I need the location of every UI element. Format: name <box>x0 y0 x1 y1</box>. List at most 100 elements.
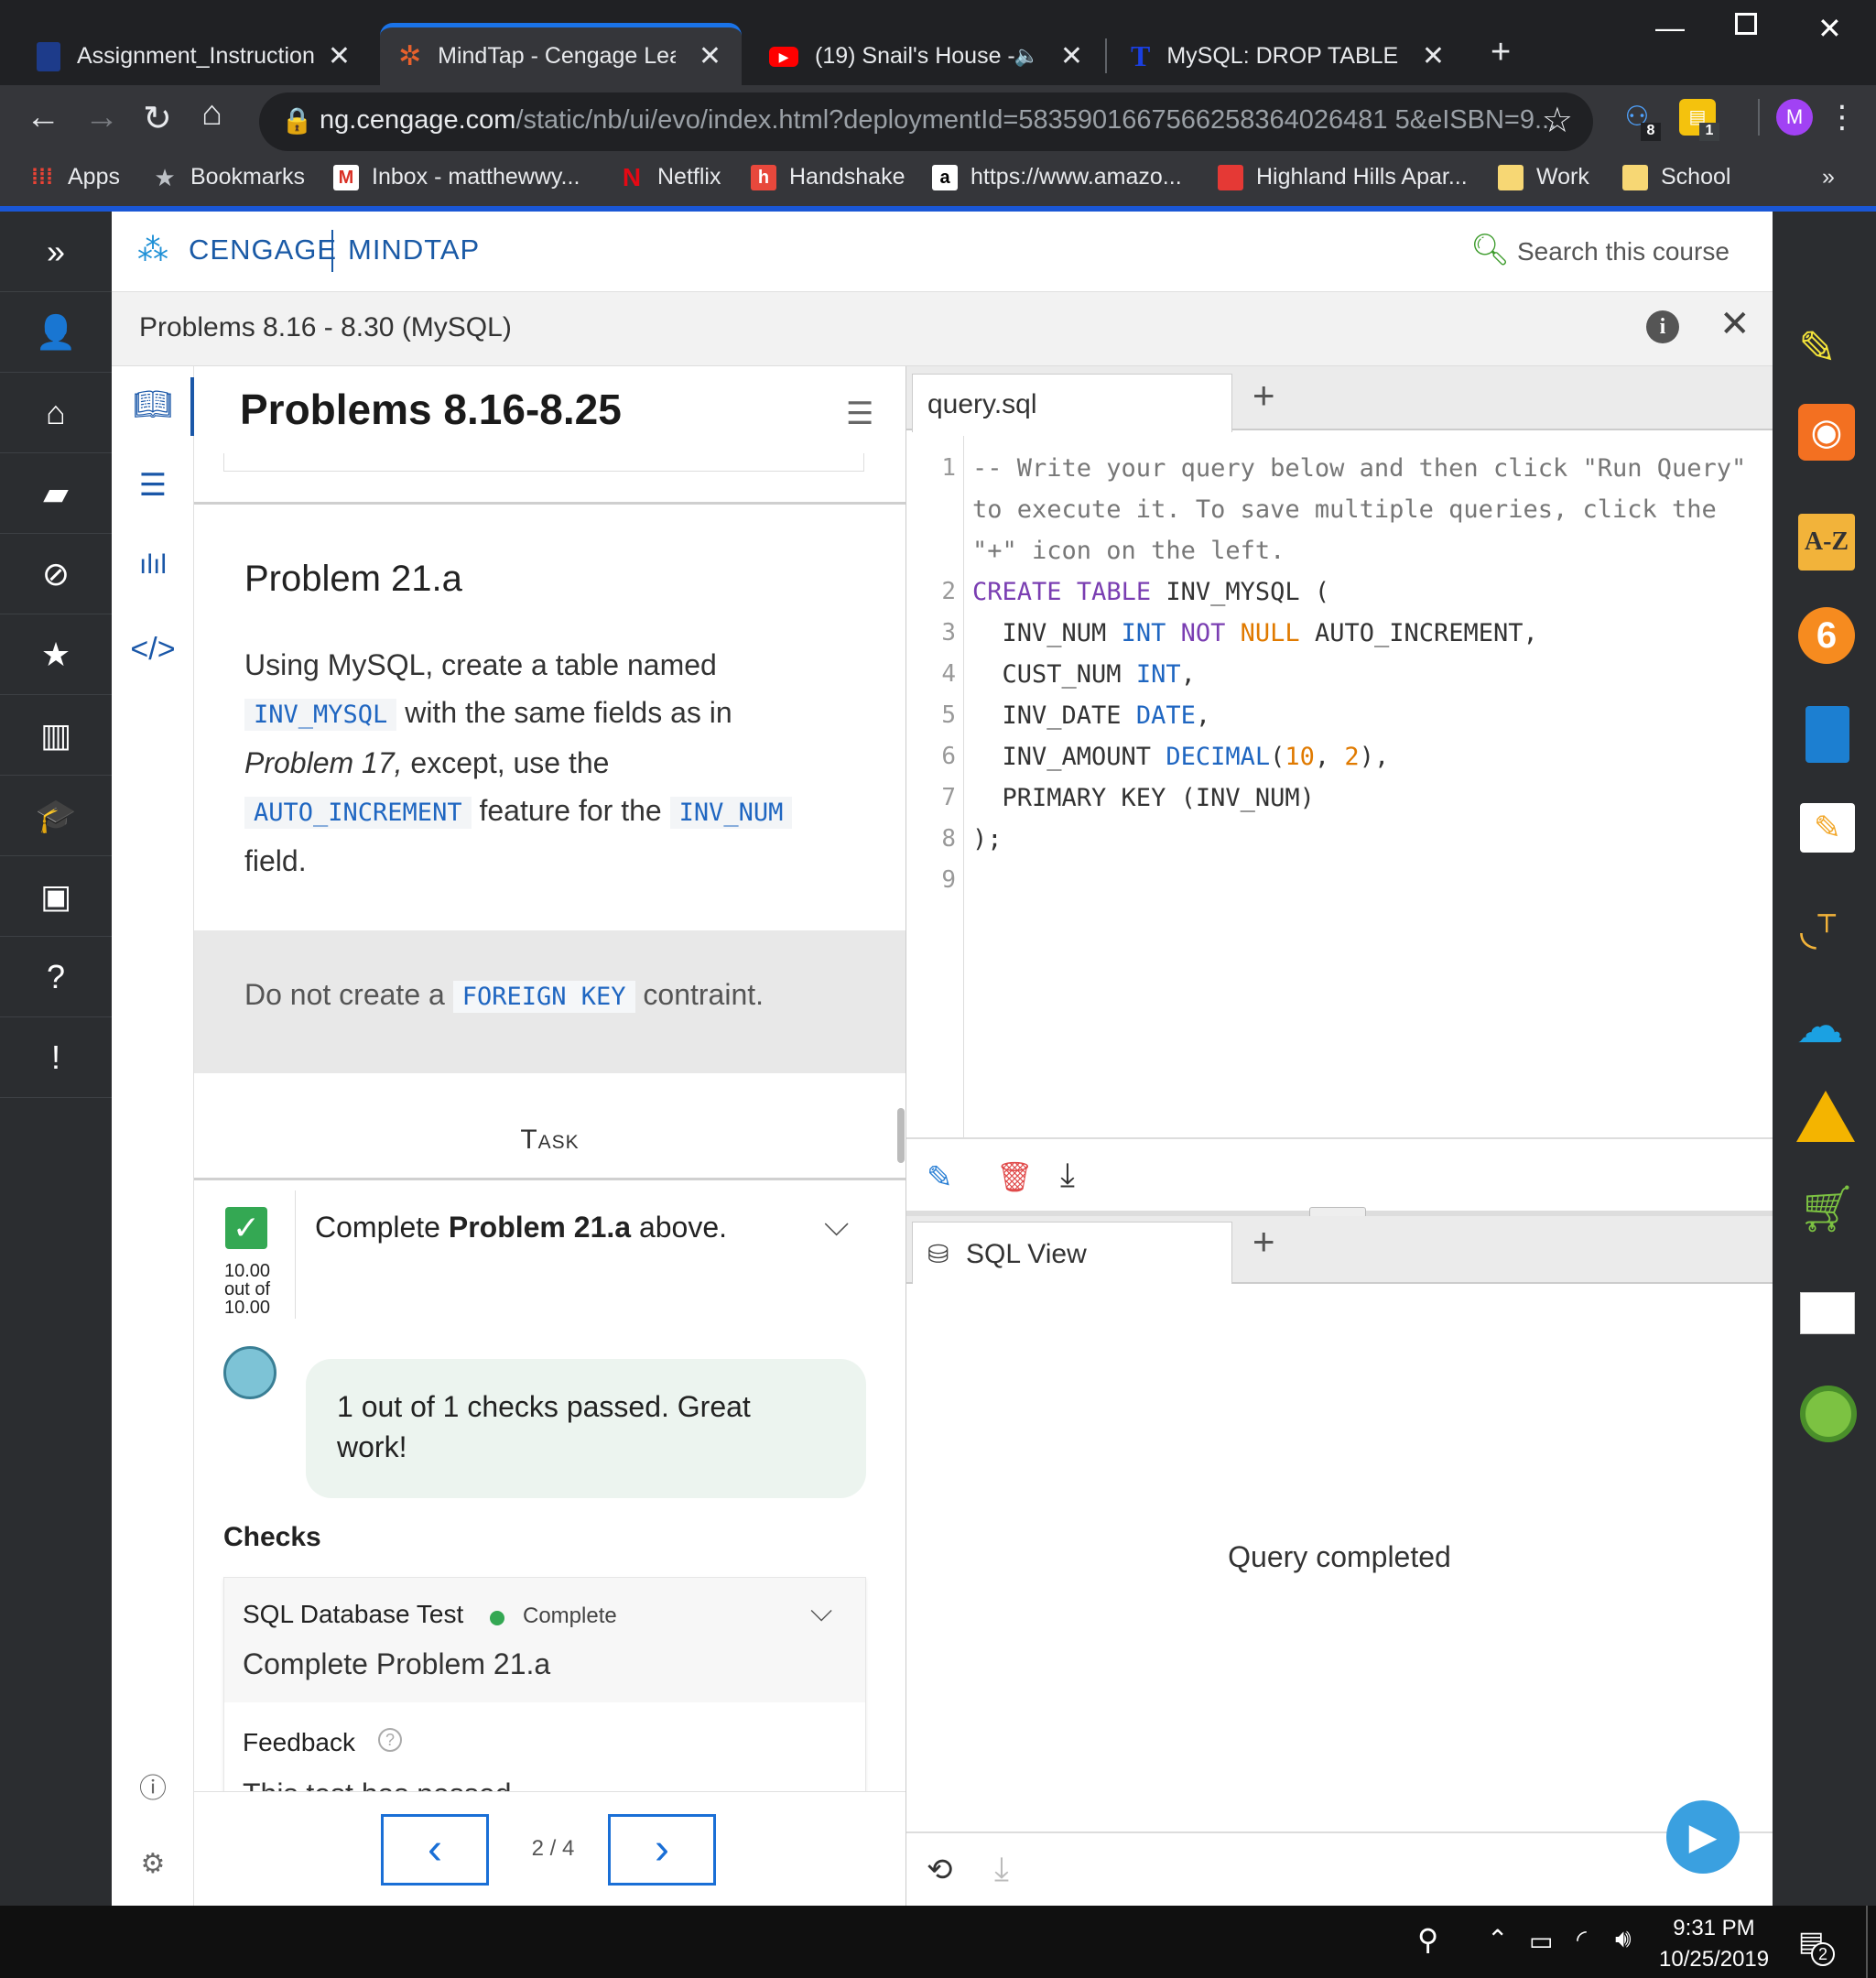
profile-icon[interactable]: 👤 <box>0 292 112 373</box>
help-circle-icon[interactable]: ⓘ <box>112 1766 194 1806</box>
people-icon[interactable]: ⚲ <box>1417 1922 1438 1957</box>
panel-menu-icon[interactable]: ☰ <box>846 396 873 432</box>
home-icon[interactable]: ⌂ <box>201 94 222 134</box>
bookmark-star-icon[interactable]: ☆ <box>1542 100 1573 141</box>
bookmark-highland-hills[interactable]: Highland Hills Apar... <box>1218 164 1468 190</box>
download-results-icon[interactable]: ⤓ <box>994 1850 1009 1889</box>
next-page-button[interactable]: › <box>608 1814 716 1886</box>
expand-nav-icon[interactable]: » <box>0 212 112 292</box>
graduation-cap-icon[interactable]: 🎓 <box>0 776 112 856</box>
back-icon[interactable]: ← <box>26 98 60 137</box>
window-close-icon[interactable]: ✕ <box>1817 11 1842 46</box>
line-number: 8 <box>941 825 956 853</box>
youtube-icon: ▶ <box>769 46 798 67</box>
tab-query-sql[interactable]: query.sql <box>912 374 1232 432</box>
cart-icon[interactable]: 🛒︎ <box>1798 1182 1856 1236</box>
help-icon[interactable]: ? <box>0 937 112 1017</box>
tab-mindtap[interactable]: ✲ MindTap - Cengage Learn ✕ <box>380 23 742 85</box>
close-activity-icon[interactable]: ✕ <box>1719 303 1751 345</box>
briefcase-icon[interactable]: ▣ <box>0 856 112 937</box>
task-text-bold: Problem 21.a <box>448 1211 632 1244</box>
code-editor[interactable]: -- Write your query below and then click… <box>972 449 1769 1126</box>
bookmark-amazon[interactable]: a https://www.amazo... <box>932 164 1182 190</box>
chevron-down-icon[interactable]: ⌵ <box>810 1594 832 1629</box>
feedback-icon[interactable]: ! <box>0 1017 112 1098</box>
close-icon[interactable]: ✕ <box>1422 40 1445 72</box>
tray-expand-icon[interactable]: ⌃ <box>1487 1924 1508 1954</box>
book-icon[interactable]: ▰ <box>0 453 112 534</box>
content-scrollbar[interactable] <box>897 1108 905 1163</box>
home-icon[interactable]: ⌂ <box>0 373 112 453</box>
delete-trash-icon[interactable]: 🗑︎ <box>996 1159 1034 1194</box>
tab-youtube[interactable]: ▶ (19) Snail's House - P 🔈 ✕ <box>751 27 1103 85</box>
bookmark-bookmarks[interactable]: ★ Bookmarks <box>152 164 305 190</box>
brand-cengage: CENGAGE <box>189 234 338 266</box>
tab-mysql-drop-table[interactable]: T MySQL: DROP TABLE Stat ✕ <box>1112 27 1465 85</box>
bar-chart-icon[interactable]: ılıl <box>112 549 194 581</box>
onedrive-icon[interactable]: ☁ <box>1796 999 1844 1054</box>
dictionary-icon[interactable]: A-Z <box>1798 514 1855 571</box>
bookmarks-overflow[interactable]: » <box>1822 164 1835 190</box>
rss-icon[interactable]: ◉ <box>1798 404 1855 461</box>
bookmark-netflix[interactable]: N Netflix <box>619 164 721 190</box>
star-icon[interactable]: ★ <box>0 614 112 695</box>
notes-icon[interactable]: ✎ <box>1800 803 1855 853</box>
task-text-part: above. <box>631 1211 728 1244</box>
close-icon[interactable]: ✕ <box>1060 40 1083 72</box>
checklist-icon[interactable]: ☰ <box>112 467 194 504</box>
wifi-icon[interactable]: ◜ <box>1577 1924 1587 1954</box>
ebook-icon[interactable] <box>1806 706 1849 763</box>
app-side-nav: » 👤 ⌂ ▰ ⊘ ★ ▥ 🎓 ▣ ? ! <box>0 212 112 1906</box>
bookmark-label: Inbox - matthewwy... <box>372 164 580 190</box>
minimize-icon[interactable]: — <box>1655 11 1685 45</box>
chevron-down-icon[interactable]: ⌵ <box>824 1205 849 1244</box>
bookmark-work-folder[interactable]: Work <box>1498 164 1589 190</box>
bookmark-apps[interactable]: ⁞⁞⁞ Apps <box>29 164 120 190</box>
battery-icon[interactable]: ▭ <box>1529 1926 1553 1956</box>
forward-icon[interactable]: → <box>84 98 119 137</box>
tab-sql-view[interactable]: ⛁ SQL View <box>912 1222 1232 1284</box>
bookmark-label: Apps <box>68 164 120 190</box>
tab-assignment-instructions[interactable]: Assignment_Instructions ✕ <box>18 27 371 85</box>
add-view-tab-icon[interactable]: + <box>1252 1220 1275 1264</box>
close-icon[interactable]: ✕ <box>328 40 351 72</box>
feedback-help-icon[interactable]: ? <box>378 1728 402 1752</box>
highlighter-icon[interactable]: ✎ <box>1798 321 1837 375</box>
audio-playing-icon[interactable]: 🔈 <box>1014 44 1039 68</box>
history-icon[interactable]: ⟲ <box>927 1852 953 1888</box>
clock[interactable]: 9:31 PM 10/25/2019 <box>1659 1913 1769 1975</box>
edit-pencil-icon[interactable]: ✎ <box>927 1159 953 1196</box>
line-number: 6 <box>941 743 956 770</box>
add-query-tab-icon[interactable]: + <box>1252 374 1275 418</box>
six-icon[interactable]: 6 <box>1798 607 1855 664</box>
flashcards-icon[interactable] <box>1800 1292 1855 1334</box>
new-tab-icon[interactable]: + <box>1491 33 1511 72</box>
readspeaker-icon[interactable]: ◟⸆ <box>1800 900 1838 957</box>
run-query-button[interactable]: ▶ <box>1666 1800 1740 1874</box>
search-icon[interactable]: 🔍︎ <box>1470 232 1510 268</box>
bookmark-handshake[interactable]: h Handshake <box>751 164 905 190</box>
volume-icon[interactable]: 🔊︎ <box>1615 1924 1632 1954</box>
line-number: 2 <box>941 578 956 605</box>
profile-avatar[interactable]: M <box>1776 99 1813 136</box>
code-icon[interactable]: </> <box>112 632 194 668</box>
progress-icon[interactable] <box>1800 1386 1857 1442</box>
reading-icon[interactable]: 📖︎ <box>112 386 194 423</box>
menu-kebab-icon[interactable]: ⋮ <box>1827 99 1858 136</box>
previous-page-button[interactable]: ‹ <box>381 1814 489 1886</box>
compass-icon[interactable]: ⊘ <box>0 534 112 614</box>
check-card: SQL Database Test Complete ⌵ Complete Pr… <box>223 1577 866 1791</box>
bookmark-inbox[interactable]: M Inbox - matthewwy... <box>333 164 580 190</box>
gear-icon[interactable]: ⚙ <box>112 1848 194 1880</box>
google-drive-icon[interactable] <box>1796 1091 1855 1142</box>
reload-icon[interactable]: ↻ <box>143 98 172 139</box>
address-bar[interactable]: 🔒 ng.cengage.com/static/nb/ui/evo/index.… <box>259 92 1593 151</box>
open-book-icon[interactable]: ▥ <box>0 695 112 776</box>
show-desktop-button[interactable] <box>1866 1906 1868 1978</box>
bookmark-school-folder[interactable]: School <box>1622 164 1730 190</box>
search-course-button[interactable]: Search this course <box>1517 237 1730 266</box>
maximize-icon[interactable] <box>1735 13 1757 35</box>
close-icon[interactable]: ✕ <box>699 40 721 72</box>
info-icon[interactable]: i <box>1646 310 1679 343</box>
download-icon[interactable]: ⤓ <box>1060 1156 1075 1195</box>
